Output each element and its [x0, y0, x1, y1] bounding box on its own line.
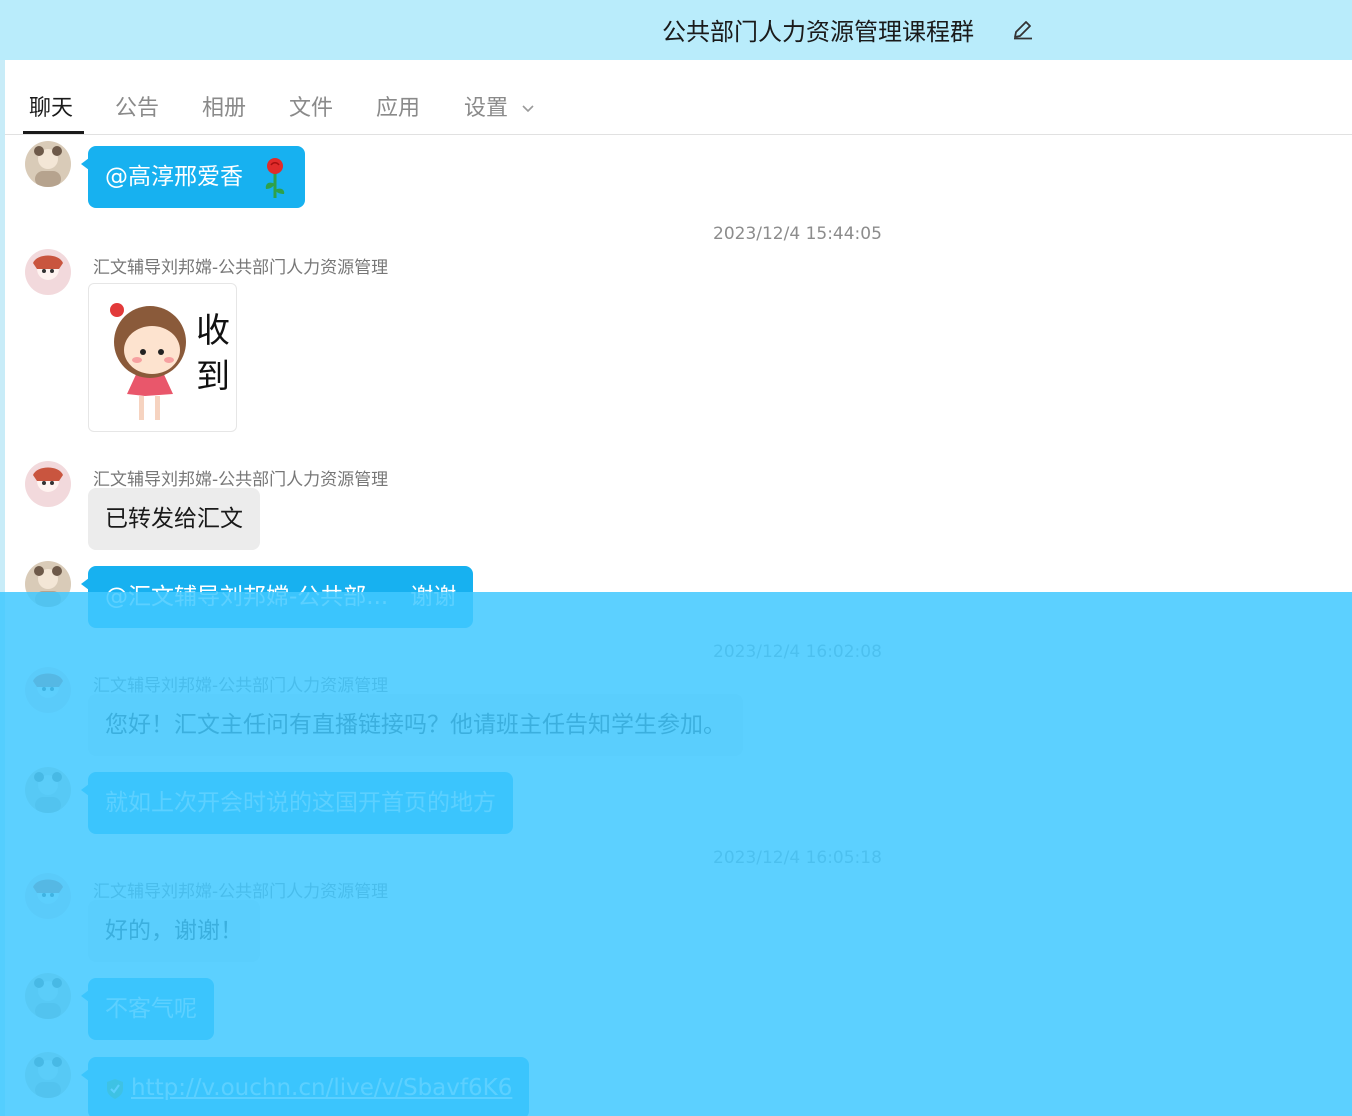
tab-apps[interactable]: 应用 [376, 90, 420, 122]
rose-icon [266, 157, 285, 198]
live-link[interactable]: http://v.ouchn.cn/live/v/Sbavf6K6 [131, 1075, 512, 1101]
avatar[interactable] [25, 767, 71, 813]
message-bubble[interactable]: 已转发给汇文 [88, 488, 260, 550]
timestamp: 2023/12/4 16:02:08 [713, 642, 882, 662]
avatar[interactable] [25, 1052, 71, 1098]
avatar[interactable] [25, 141, 71, 187]
group-title: 公共部门人力资源管理课程群 [662, 18, 974, 46]
tab-settings[interactable]: 设置 [464, 90, 535, 122]
girl-sticker-icon: 收 到 [110, 303, 230, 420]
avatar[interactable] [25, 873, 71, 919]
message-text: 已转发给汇文 [105, 506, 243, 532]
message-bubble[interactable]: @汇文辅导刘邦嫦-公共部... 谢谢 [80, 566, 474, 628]
message-text: 就如上次开会时说的这国开首页的地方 [105, 790, 496, 816]
message-text: 好的，谢谢！ [105, 918, 243, 944]
message-bubble[interactable]: 您好！汇文主任问有直播链接吗？他请班主任告知学生参加。 [88, 694, 743, 756]
sticker-image[interactable]: 收 到 [88, 283, 237, 432]
tab-album[interactable]: 相册 [202, 90, 246, 122]
message-bubble[interactable]: 好的，谢谢！ [88, 900, 260, 962]
tab-settings-label: 设置 [464, 96, 509, 121]
chat-area[interactable]: @高淳邢爱香 2023/12/4 15:44:05 汇文辅导刘邦嫦-公共部门人力… [5, 136, 1352, 1116]
message-text: 您好！汇文主任问有直播链接吗？他请班主任告知学生参加。 [105, 712, 726, 738]
message-bubble[interactable]: http://v.ouchn.cn/live/v/Sbavf6K6 [80, 1057, 530, 1116]
sender-name: 汇文辅导刘邦嫦-公共部门人力资源管理 [93, 676, 389, 696]
message-bubble[interactable]: 不客气呢 [81, 978, 214, 1040]
tab-files[interactable]: 文件 [289, 90, 333, 122]
message-text: 谢谢 [410, 584, 457, 610]
sender-name: 汇文辅导刘邦嫦-公共部门人力资源管理 [93, 470, 389, 490]
chevron-down-icon [522, 105, 534, 113]
sender-name: 汇文辅导刘邦嫦-公共部门人力资源管理 [93, 258, 389, 278]
avatar[interactable] [25, 667, 71, 713]
sender-name: 汇文辅导刘邦嫦-公共部门人力资源管理 [93, 882, 389, 902]
avatar[interactable] [25, 249, 71, 295]
timestamp: 2023/12/4 16:05:18 [713, 848, 882, 868]
sticker-text-1: 收 [196, 311, 230, 351]
sticker-text-2: 到 [196, 357, 230, 397]
message-text: 不客气呢 [105, 996, 197, 1022]
tab-bar: 聊天 公告 相册 文件 应用 设置 [5, 60, 1352, 135]
timestamp: 2023/12/4 15:44:05 [713, 224, 882, 244]
mention-text: @汇文辅导刘邦嫦-公共部... [105, 584, 389, 610]
message-bubble[interactable]: 就如上次开会时说的这国开首页的地方 [81, 772, 513, 834]
verified-check-icon [107, 1078, 123, 1099]
avatar[interactable] [25, 461, 71, 507]
pencil-icon[interactable] [1012, 18, 1034, 40]
tab-chat[interactable]: 聊天 [29, 90, 73, 122]
active-tab-indicator [23, 131, 84, 134]
avatar[interactable] [25, 561, 71, 607]
message-bubble[interactable]: @高淳邢爱香 [80, 146, 306, 208]
message-text: @高淳邢爱香 [105, 164, 243, 190]
tab-announcement[interactable]: 公告 [115, 90, 159, 122]
avatar[interactable] [25, 973, 71, 1019]
title-bar: 公共部门人力资源管理课程群 [0, 0, 1352, 60]
